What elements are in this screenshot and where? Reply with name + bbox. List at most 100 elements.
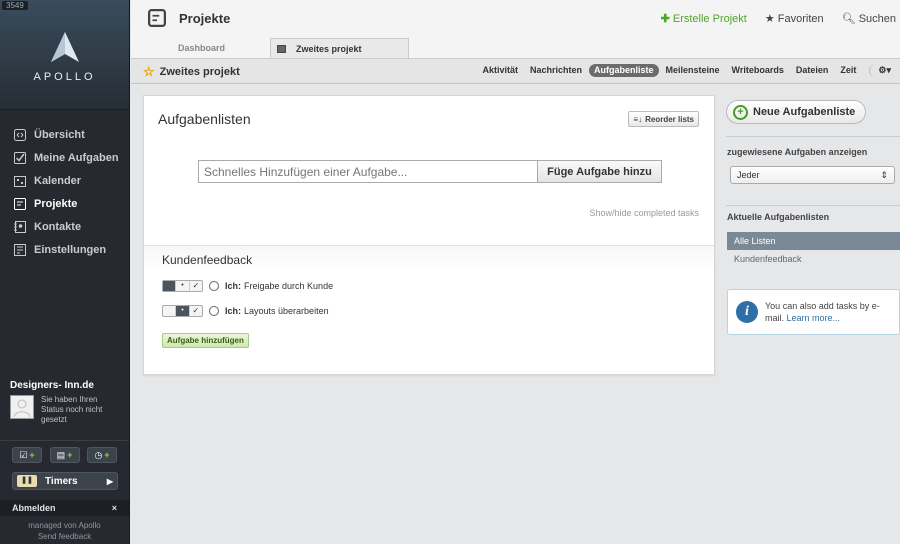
learn-more-link[interactable]: Learn more... bbox=[787, 313, 841, 323]
nav-label: Projekte bbox=[34, 197, 78, 210]
plus-icon: + bbox=[733, 104, 748, 120]
reorder-lists-button[interactable]: ≡↓ Reorder lists bbox=[628, 111, 699, 127]
task-lists-panel: Aufgabenlisten ≡↓ Reorder lists Füge Auf… bbox=[143, 95, 715, 375]
show-hide-completed-link[interactable]: Show/hide completed tasks bbox=[589, 208, 699, 218]
project-nav-dateien[interactable]: Dateien bbox=[791, 64, 834, 77]
tab-dashboard[interactable]: Dashboard bbox=[178, 38, 225, 58]
nav-label: Kontakte bbox=[34, 220, 82, 233]
project-nav-aktivitaet[interactable]: Aktivität bbox=[477, 64, 523, 77]
tab-zweites-projekt[interactable]: Zweites projekt bbox=[270, 38, 409, 58]
create-project-button[interactable]: ✚ Erstelle Projekt bbox=[661, 12, 747, 25]
current-lists-label: Aktuelle Aufgabenlisten bbox=[727, 212, 830, 222]
project-tabs: Dashboard Zweites projekt bbox=[131, 38, 900, 58]
avatar[interactable] bbox=[10, 395, 34, 419]
add-task-submit-button[interactable]: Füge Aufgabe hinzu bbox=[538, 160, 662, 183]
clock-icon[interactable] bbox=[209, 306, 219, 316]
nav-item-projects[interactable]: Projekte bbox=[0, 192, 129, 215]
projects-icon bbox=[14, 197, 26, 210]
sidebar-footer: managed von Apollo Send feedback bbox=[0, 520, 129, 542]
task-item: • ✓ Ich: Freigabe durch Kunde bbox=[162, 280, 333, 292]
project-nav-meilensteine[interactable]: Meilensteine bbox=[661, 64, 725, 77]
contacts-icon bbox=[14, 220, 26, 233]
user-silhouette-icon bbox=[13, 399, 31, 418]
list-title[interactable]: Kundenfeedback bbox=[144, 245, 714, 273]
projects-icon bbox=[148, 9, 166, 27]
quick-add-input[interactable] bbox=[198, 160, 538, 183]
sidebar: 3549 APOLLO Übersicht Meine Aufgaben Kal… bbox=[0, 0, 130, 544]
quick-add-task-button[interactable]: ☑ + bbox=[12, 447, 42, 463]
favorites-button[interactable]: ★ Favoriten bbox=[765, 12, 824, 25]
plus-icon: + bbox=[104, 450, 110, 460]
new-list-label: Neue Aufgabenliste bbox=[753, 106, 856, 118]
feedback-link[interactable]: Send feedback bbox=[0, 531, 129, 542]
search-button[interactable]: 🔍︎ Suchen bbox=[842, 12, 896, 25]
nav-item-overview[interactable]: Übersicht bbox=[0, 123, 129, 146]
project-nav-nachrichten[interactable]: Nachrichten bbox=[525, 64, 587, 77]
apollo-logo[interactable]: APOLLO bbox=[0, 30, 129, 83]
nav-item-settings[interactable]: Einstellungen bbox=[0, 238, 129, 261]
timers-label: Timers bbox=[45, 475, 78, 487]
new-task-list-button[interactable]: + Neue Aufgabenliste bbox=[726, 100, 866, 124]
pause-icon: ❚❚ bbox=[17, 475, 37, 487]
project-title-text: Zweites projekt bbox=[159, 66, 240, 78]
task-assignee: Ich: bbox=[225, 281, 242, 291]
nav-label: Meine Aufgaben bbox=[34, 151, 119, 164]
task-assignee: Ich: bbox=[225, 306, 242, 316]
logo-text: APOLLO bbox=[33, 71, 96, 83]
logout-bar[interactable]: Abmelden × bbox=[0, 500, 129, 516]
sidebar-header: 3549 APOLLO bbox=[0, 0, 129, 110]
tab-label: Zweites projekt bbox=[296, 44, 362, 54]
divider bbox=[726, 136, 900, 137]
nav-item-contacts[interactable]: Kontakte bbox=[0, 215, 129, 238]
topbar: Projekte ✚ Erstelle Projekt ★ Favoriten … bbox=[131, 0, 900, 38]
add-task-button[interactable]: Aufgabe hinzufügen bbox=[162, 333, 249, 348]
quick-add-form: Füge Aufgabe hinzu bbox=[198, 160, 662, 183]
panel-heading: Aufgabenlisten bbox=[158, 111, 251, 127]
nav-label: Einstellungen bbox=[34, 243, 107, 256]
quick-add-note-button[interactable]: ▤ + bbox=[49, 447, 80, 463]
timers-button[interactable]: ❚❚ Timers ▶ bbox=[12, 472, 118, 490]
favorites-label: Favoriten bbox=[777, 13, 824, 25]
star-icon[interactable]: ☆ bbox=[143, 64, 155, 80]
page-title: Projekte bbox=[148, 9, 230, 27]
nav-label: Kalender bbox=[34, 174, 82, 187]
info-text: You can also add tasks by e-mail. Learn … bbox=[765, 300, 891, 324]
settings-icon bbox=[14, 243, 26, 256]
select-arrows-icon: ⇕ bbox=[880, 170, 888, 180]
overview-icon bbox=[14, 128, 26, 141]
gear-icon[interactable]: ⚙▾ bbox=[869, 64, 896, 77]
plus-icon: ✚ bbox=[660, 13, 670, 25]
list-filter-all[interactable]: Alle Listen bbox=[727, 232, 900, 250]
status-row[interactable]: Sie haben Ihren Status noch nicht gesetz… bbox=[10, 395, 119, 425]
nav-item-my-tasks[interactable]: Meine Aufgaben bbox=[0, 146, 129, 169]
status-text[interactable]: Sie haben Ihren Status noch nicht gesetz… bbox=[41, 395, 119, 425]
task-status-toggle[interactable]: • ✓ bbox=[162, 280, 203, 292]
checkbox-icon bbox=[14, 151, 26, 164]
nav-label: Übersicht bbox=[34, 128, 85, 141]
logout-label[interactable]: Abmelden bbox=[12, 503, 56, 513]
project-nav-aufgabenliste[interactable]: Aufgabenliste bbox=[588, 64, 659, 77]
nav-item-calendar[interactable]: Kalender bbox=[0, 169, 129, 192]
search-label: Suchen bbox=[858, 13, 896, 25]
calendar-icon bbox=[14, 175, 26, 187]
clock-icon: ◷ bbox=[94, 449, 103, 460]
apollo-logo-icon bbox=[50, 32, 79, 62]
task-item: • ✓ Ich: Layouts überarbeiten bbox=[162, 305, 329, 317]
quick-add-time-button[interactable]: ◷ + bbox=[87, 447, 117, 463]
topbar-actions: ✚ Erstelle Projekt ★ Favoriten 🔍︎ Suchen bbox=[661, 12, 896, 25]
tab-label: Dashboard bbox=[178, 43, 226, 53]
project-nav-writeboards[interactable]: Writeboards bbox=[727, 64, 789, 77]
project-nav-zeit[interactable]: Zeit bbox=[835, 64, 861, 77]
assigned-filter-select[interactable]: Jeder ⇕ bbox=[730, 166, 895, 184]
close-icon[interactable]: × bbox=[112, 503, 117, 513]
task-status-toggle[interactable]: • ✓ bbox=[162, 305, 203, 317]
task-text[interactable]: Freigabe durch Kunde bbox=[244, 281, 333, 291]
clock-icon[interactable] bbox=[209, 281, 219, 291]
star-icon: ★ bbox=[764, 13, 775, 25]
project-tab-icon bbox=[277, 45, 286, 53]
reorder-icon: ≡↓ bbox=[633, 114, 643, 124]
list-filter-kundenfeedback[interactable]: Kundenfeedback bbox=[734, 254, 802, 264]
search-icon: 🔍︎ bbox=[841, 13, 856, 25]
task-text[interactable]: Layouts überarbeiten bbox=[244, 306, 329, 316]
checkbox-icon: ☑ bbox=[19, 449, 28, 460]
